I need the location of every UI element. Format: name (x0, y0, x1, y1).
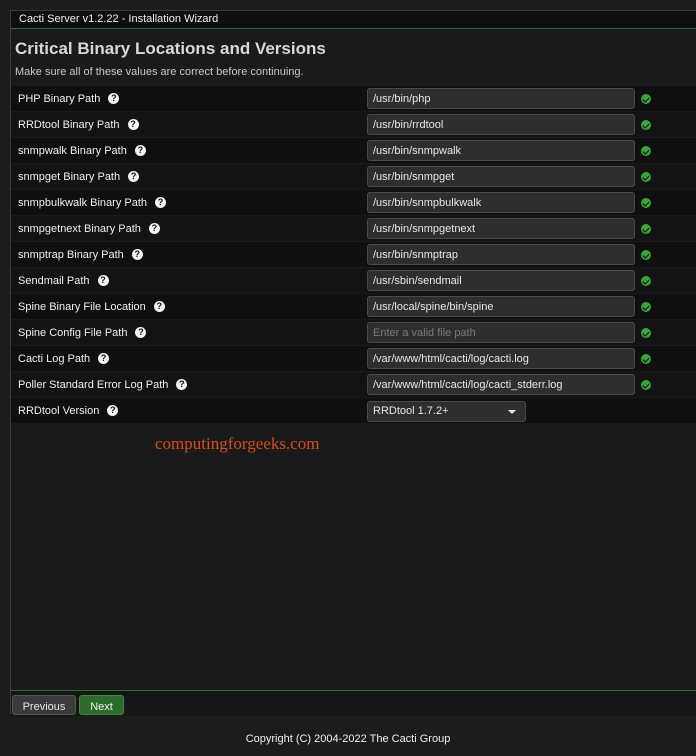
check-circle-icon (641, 250, 651, 260)
question-circle-icon[interactable]: ? (135, 326, 147, 338)
field-label: Spine Config File Path (18, 327, 128, 339)
check-circle-icon (641, 328, 651, 338)
check-circle-icon (641, 198, 651, 208)
cacti-log-path-input[interactable] (367, 348, 635, 369)
check-circle-icon (641, 94, 651, 104)
field-label: Poller Standard Error Log Path (18, 379, 169, 391)
window-title: Cacti Server v1.2.22 - Installation Wiza… (11, 11, 696, 29)
question-circle-icon[interactable]: ? (176, 378, 188, 390)
row-cacti-log-path: Cacti Log Path? (11, 346, 696, 372)
field-label: Spine Binary File Location (18, 301, 146, 313)
sendmail-path-input[interactable] (367, 270, 635, 291)
copyright-text: Copyright (C) 2004-2022 The Cacti Group (245, 733, 451, 745)
row-poller-stderr-log-path: Poller Standard Error Log Path? (11, 372, 696, 398)
question-circle-icon[interactable]: ? (128, 170, 140, 182)
row-rrdtool-version: RRDtool Version? RRDtool 1.7.2+ (11, 398, 696, 424)
question-circle-icon[interactable]: ? (148, 222, 160, 234)
field-label: Sendmail Path (18, 275, 90, 287)
row-snmpget-binary-path: snmpget Binary Path? (11, 164, 696, 190)
check-circle-icon (641, 146, 651, 156)
row-spine-config-file-path: Spine Config File Path? (11, 320, 696, 346)
row-php-binary-path: PHP Binary Path? (11, 86, 696, 112)
binary-locations-form: PHP Binary Path? RRDtool Binary Path? sn… (11, 86, 696, 424)
question-circle-icon[interactable]: ? (108, 92, 120, 104)
field-label: RRDtool Binary Path (18, 119, 120, 131)
check-circle-icon (641, 172, 651, 182)
question-circle-icon[interactable]: ? (134, 144, 146, 156)
installation-wizard: Cacti Server v1.2.22 - Installation Wiza… (10, 10, 696, 716)
watermark-text: computingforgeeks.com (155, 434, 320, 453)
poller-stderr-log-path-input[interactable] (367, 374, 635, 395)
rrdtool-version-select[interactable]: RRDtool 1.7.2+ (367, 401, 526, 422)
check-circle-icon (641, 120, 651, 130)
spine-binary-file-location-input[interactable] (367, 296, 635, 317)
chevron-down-icon (508, 410, 516, 414)
question-circle-icon[interactable]: ? (98, 352, 110, 364)
previous-button[interactable]: Previous (12, 695, 76, 715)
row-spine-binary-file-location: Spine Binary File Location? (11, 294, 696, 320)
snmpget-binary-path-input[interactable] (367, 166, 635, 187)
select-value: RRDtool 1.7.2+ (373, 405, 449, 417)
question-circle-icon[interactable]: ? (155, 196, 167, 208)
question-circle-icon[interactable]: ? (97, 274, 109, 286)
question-circle-icon[interactable]: ? (153, 300, 165, 312)
check-circle-icon (641, 380, 651, 390)
row-rrdtool-binary-path: RRDtool Binary Path? (11, 112, 696, 138)
page-title: Critical Binary Locations and Versions (15, 39, 326, 58)
field-label: snmptrap Binary Path (18, 249, 124, 261)
question-circle-icon[interactable]: ? (131, 248, 143, 260)
question-circle-icon[interactable]: ? (127, 118, 139, 130)
field-label: PHP Binary Path (18, 93, 101, 105)
row-snmpgetnext-binary-path: snmpgetnext Binary Path? (11, 216, 696, 242)
check-circle-icon (641, 276, 651, 286)
field-label: snmpwalk Binary Path (18, 145, 127, 157)
field-label: RRDtool Version (18, 405, 100, 417)
check-circle-icon (641, 354, 651, 364)
wizard-navigation: Previous Next (11, 690, 696, 716)
snmpbulkwalk-binary-path-input[interactable] (367, 192, 635, 213)
check-circle-icon (641, 302, 651, 312)
snmpgetnext-binary-path-input[interactable] (367, 218, 635, 239)
row-sendmail-path: Sendmail Path? (11, 268, 696, 294)
field-label: snmpgetnext Binary Path (18, 223, 141, 235)
check-circle-icon (641, 224, 651, 234)
snmpwalk-binary-path-input[interactable] (367, 140, 635, 161)
row-snmpwalk-binary-path: snmpwalk Binary Path? (11, 138, 696, 164)
row-snmptrap-binary-path: snmptrap Binary Path? (11, 242, 696, 268)
row-snmpbulkwalk-binary-path: snmpbulkwalk Binary Path? (11, 190, 696, 216)
question-circle-icon[interactable]: ? (107, 404, 119, 416)
php-binary-path-input[interactable] (367, 88, 635, 109)
snmptrap-binary-path-input[interactable] (367, 244, 635, 265)
page-subtitle: Make sure all of these values are correc… (15, 66, 304, 78)
field-label: snmpget Binary Path (18, 171, 121, 183)
rrdtool-binary-path-input[interactable] (367, 114, 635, 135)
field-label: Cacti Log Path (18, 353, 91, 365)
spine-config-file-path-input[interactable] (367, 322, 635, 343)
next-button[interactable]: Next (79, 695, 124, 715)
field-label: snmpbulkwalk Binary Path (18, 197, 148, 209)
